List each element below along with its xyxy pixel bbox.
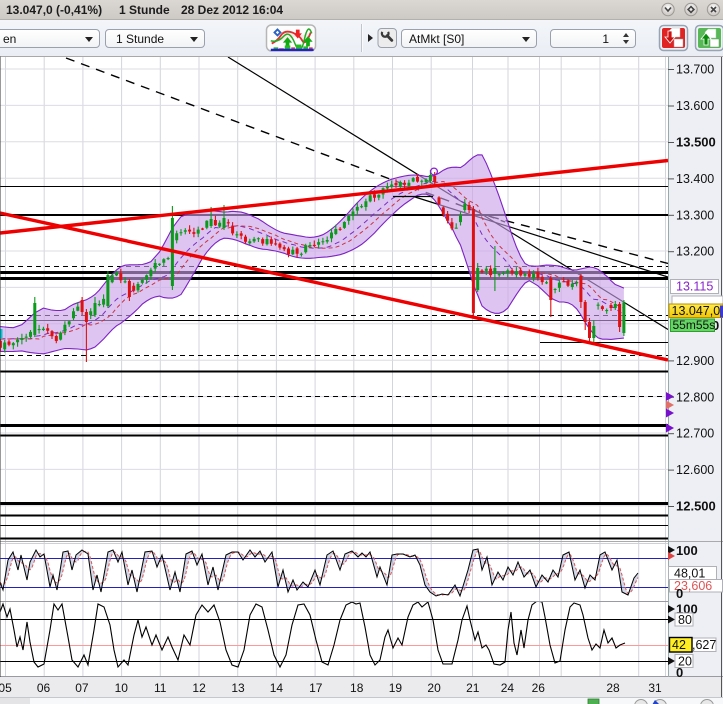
svg-text:13.200: 13.200 xyxy=(676,245,714,259)
svg-text:12: 12 xyxy=(192,681,206,695)
svg-text:55m55s: 55m55s xyxy=(673,318,716,332)
svg-text:21: 21 xyxy=(466,681,480,695)
svg-text:0: 0 xyxy=(676,586,683,601)
svg-text:12.500: 12.500 xyxy=(676,499,716,514)
svg-text:13.300: 13.300 xyxy=(676,208,714,222)
svg-text:0: 0 xyxy=(676,665,683,680)
svg-text:17: 17 xyxy=(309,681,323,695)
svg-text:26: 26 xyxy=(532,681,546,695)
svg-text:13.047,0: 13.047,0 xyxy=(672,304,721,318)
svg-text:13: 13 xyxy=(231,681,245,695)
svg-text:28: 28 xyxy=(606,681,620,695)
svg-text:13.700: 13.700 xyxy=(676,63,714,77)
svg-text:10: 10 xyxy=(115,681,129,695)
svg-text:18: 18 xyxy=(350,681,364,695)
svg-text:12.700: 12.700 xyxy=(676,427,714,441)
svg-text:19: 19 xyxy=(389,681,403,695)
svg-text:31: 31 xyxy=(648,681,662,695)
svg-text:13.400: 13.400 xyxy=(676,172,714,186)
svg-text:06: 06 xyxy=(37,681,51,695)
svg-text:12.800: 12.800 xyxy=(676,390,714,404)
svg-text:05: 05 xyxy=(0,681,12,695)
svg-text:42: 42 xyxy=(672,638,686,652)
svg-text:24: 24 xyxy=(501,681,515,695)
svg-text:07: 07 xyxy=(75,681,89,695)
svg-text:13.115: 13.115 xyxy=(676,280,713,294)
svg-text:13.600: 13.600 xyxy=(676,99,714,113)
svg-text:13.500: 13.500 xyxy=(676,135,716,150)
svg-text:12.900: 12.900 xyxy=(676,354,714,368)
svg-text:20: 20 xyxy=(427,681,441,695)
svg-text:100: 100 xyxy=(676,543,698,558)
svg-text:,627: ,627 xyxy=(692,638,716,652)
svg-text:12.600: 12.600 xyxy=(676,463,714,477)
svg-text:11: 11 xyxy=(154,681,167,695)
svg-text:14: 14 xyxy=(270,681,284,695)
svg-text:80: 80 xyxy=(678,613,692,627)
